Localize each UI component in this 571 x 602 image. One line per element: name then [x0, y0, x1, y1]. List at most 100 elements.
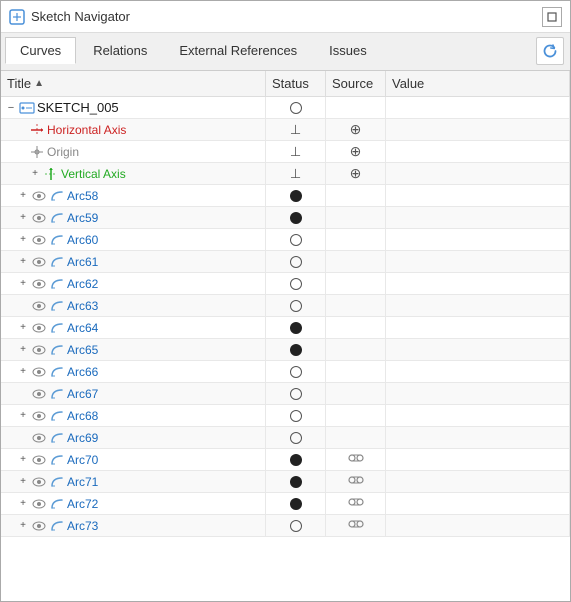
- cell-status: [266, 317, 326, 338]
- item-label: Horizontal Axis: [47, 123, 126, 137]
- expand-button[interactable]: +: [17, 212, 29, 224]
- status-empty-icon: [290, 520, 302, 532]
- cell-status: [266, 97, 326, 118]
- status-empty-icon: [290, 366, 302, 378]
- table-row[interactable]: + Arc70: [1, 449, 570, 471]
- link-icon: [347, 473, 365, 490]
- table-row[interactable]: Arc67: [1, 383, 570, 405]
- expand-button[interactable]: +: [17, 476, 29, 488]
- expand-button[interactable]: +: [29, 168, 41, 180]
- item-label: Arc69: [67, 431, 98, 445]
- cell-source: [326, 449, 386, 470]
- arc-icon: [49, 430, 65, 446]
- table-row[interactable]: + Arc73: [1, 515, 570, 537]
- expand-button[interactable]: +: [17, 366, 29, 378]
- cell-value: [386, 427, 570, 448]
- cell-status: [266, 427, 326, 448]
- table-row[interactable]: + Arc71: [1, 471, 570, 493]
- title-bar: Sketch Navigator: [1, 1, 570, 33]
- item-label: Arc71: [67, 475, 98, 489]
- item-label: Arc70: [67, 453, 98, 467]
- table-row[interactable]: + Arc59: [1, 207, 570, 229]
- arc-icon: [49, 342, 65, 358]
- item-label: Arc67: [67, 387, 98, 401]
- status-empty-icon: [290, 432, 302, 444]
- table-row[interactable]: + Arc64: [1, 317, 570, 339]
- cell-source: [326, 97, 386, 118]
- v-axis-icon: [43, 166, 59, 182]
- cell-value: [386, 361, 570, 382]
- tab-curves[interactable]: Curves: [5, 37, 76, 64]
- item-label: Arc65: [67, 343, 98, 357]
- eye-icon: [31, 408, 47, 424]
- cell-source: ⊕: [326, 141, 386, 162]
- eye-icon: [31, 298, 47, 314]
- table-row[interactable]: + Arc61: [1, 251, 570, 273]
- cell-value: [386, 471, 570, 492]
- expand-button[interactable]: +: [17, 454, 29, 466]
- expand-button[interactable]: +: [17, 498, 29, 510]
- table-row[interactable]: + Arc60: [1, 229, 570, 251]
- expand-button[interactable]: +: [17, 344, 29, 356]
- cell-status: [266, 229, 326, 250]
- arc-icon: [49, 386, 65, 402]
- expand-button[interactable]: +: [17, 410, 29, 422]
- table-row[interactable]: Horizontal Axis ⊥ ⊕: [1, 119, 570, 141]
- expand-button[interactable]: +: [17, 520, 29, 532]
- table-row[interactable]: + Arc62: [1, 273, 570, 295]
- cell-source: [326, 295, 386, 316]
- cell-title-arc: + Arc62: [1, 273, 266, 294]
- item-label: Arc73: [67, 519, 98, 533]
- move-icon: ⊕: [350, 143, 362, 160]
- sketch-node-icon: [19, 100, 35, 116]
- cell-value: [386, 97, 570, 118]
- table-row[interactable]: + Arc65: [1, 339, 570, 361]
- collapse-button[interactable]: −: [5, 102, 17, 114]
- expand-button[interactable]: +: [17, 322, 29, 334]
- table-row[interactable]: + Arc58: [1, 185, 570, 207]
- cell-source: [326, 207, 386, 228]
- tab-external-references[interactable]: External References: [164, 37, 312, 63]
- link-icon: [347, 517, 365, 534]
- item-label: Arc62: [67, 277, 98, 291]
- eye-icon: [31, 232, 47, 248]
- status-empty-icon: [290, 234, 302, 246]
- cell-source: [326, 317, 386, 338]
- tab-bar: Curves Relations External References Iss…: [1, 33, 570, 63]
- link-icon: [347, 495, 365, 512]
- cell-status: ⊥: [266, 119, 326, 140]
- cell-value: [386, 119, 570, 140]
- expand-button[interactable]: +: [17, 234, 29, 246]
- table-row[interactable]: Arc69: [1, 427, 570, 449]
- tab-relations[interactable]: Relations: [78, 37, 162, 63]
- cell-status: [266, 493, 326, 514]
- refresh-button[interactable]: [536, 37, 564, 65]
- table-row[interactable]: Arc63: [1, 295, 570, 317]
- cell-status: ⊥: [266, 163, 326, 184]
- table-row[interactable]: + Arc72: [1, 493, 570, 515]
- table-row[interactable]: + Arc68: [1, 405, 570, 427]
- table-row[interactable]: Origin ⊥ ⊕: [1, 141, 570, 163]
- sketch-navigator-window: Sketch Navigator Curves Relations Extern…: [0, 0, 571, 602]
- expand-button[interactable]: +: [17, 278, 29, 290]
- table-row[interactable]: + Vertical Axis ⊥ ⊕: [1, 163, 570, 185]
- cell-status: [266, 361, 326, 382]
- expand-button[interactable]: +: [17, 256, 29, 268]
- arc-icon: [49, 364, 65, 380]
- table-row[interactable]: + Arc66: [1, 361, 570, 383]
- cell-value: [386, 295, 570, 316]
- cell-status: [266, 251, 326, 272]
- eye-icon: [31, 210, 47, 226]
- constraint-icon: ⊥: [290, 123, 301, 136]
- cell-title-arc: + Arc68: [1, 405, 266, 426]
- tab-issues[interactable]: Issues: [314, 37, 382, 63]
- cell-source: [326, 493, 386, 514]
- expand-button[interactable]: +: [17, 190, 29, 202]
- item-label: Arc60: [67, 233, 98, 247]
- table-row[interactable]: − SKETCH_005: [1, 97, 570, 119]
- move-icon: ⊕: [350, 165, 362, 182]
- move-icon: ⊕: [350, 121, 362, 138]
- maximize-button[interactable]: [542, 7, 562, 27]
- spacer: [17, 432, 29, 444]
- cell-source: [326, 471, 386, 492]
